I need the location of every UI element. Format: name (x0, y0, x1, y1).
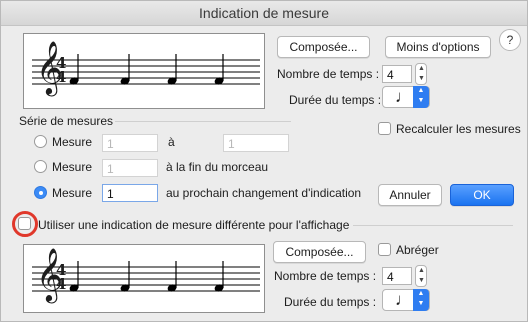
to-end-text: à la fin du morceau (166, 160, 269, 174)
display-preview: 𝄞 4 4 (23, 244, 265, 313)
window-title: Indication de mesure (1, 1, 527, 26)
cancel-button[interactable]: Annuler (378, 184, 442, 206)
display-beats-stepper[interactable]: ▲ ▼ (415, 265, 427, 287)
radio-measure-range[interactable] (34, 135, 47, 148)
quarter-note-icon: ♩ (395, 87, 412, 106)
more-options-button[interactable]: Moins d'options (385, 36, 491, 58)
abbreviate-checkbox[interactable] (378, 243, 391, 256)
help-button[interactable]: ? (499, 29, 521, 51)
radio-measure-to-end[interactable] (34, 160, 47, 173)
different-display-label: Utiliser une indication de mesure différ… (38, 218, 350, 232)
radio-measure-to-end-label: Mesure (52, 160, 93, 174)
quarter-note-icon: ♩ (395, 290, 412, 309)
quarter-notes (69, 54, 224, 85)
chevron-updown-icon: ▲ ▼ (413, 289, 429, 311)
time-signature-dialog: Indication de mesure ? 𝄞 4 4 Composée... (0, 0, 528, 322)
beats-input[interactable]: 4 (382, 65, 412, 83)
abbreviate-label: Abréger (396, 243, 439, 257)
beats-label: Nombre de temps : (277, 67, 380, 81)
radio-measure-range-label: Mesure (52, 135, 93, 149)
series-divider (115, 121, 291, 122)
radio-measure-next-change-label: Mesure (52, 186, 93, 200)
range-end-input[interactable]: 1 (223, 134, 289, 152)
to-end-input[interactable]: 1 (102, 159, 158, 177)
radio-measure-next-change[interactable] (34, 186, 47, 199)
duration-popup[interactable]: ♩ ▲ ▼ (382, 86, 430, 108)
display-beats-label: Nombre de temps : (274, 269, 377, 283)
range-start-input[interactable]: 1 (102, 134, 158, 152)
beats-stepper[interactable]: ▲ ▼ (415, 63, 427, 85)
composee-button[interactable]: Composée... (277, 36, 370, 58)
display-composee-button[interactable]: Composée... (273, 241, 366, 263)
display-divider (353, 225, 513, 226)
recalc-checkbox[interactable] (378, 122, 391, 135)
next-change-text: au prochain changement d'indication (166, 186, 362, 200)
display-duration-popup[interactable]: ♩ ▲ ▼ (382, 289, 430, 311)
ok-button[interactable]: OK (450, 184, 514, 206)
different-display-checkbox[interactable] (18, 217, 31, 230)
display-duration-label: Durée du temps : (284, 295, 377, 309)
display-beats-input[interactable]: 4 (382, 267, 412, 285)
range-to-label: à (168, 135, 175, 149)
series-heading: Série de mesures (19, 114, 114, 128)
display-time-bottom: 4 (56, 275, 67, 293)
recalc-label: Recalculer les mesures (396, 122, 521, 136)
time-signature-preview: 𝄞 4 4 (23, 33, 265, 109)
chevron-updown-icon: ▲ ▼ (413, 86, 429, 108)
next-change-input[interactable]: 1 (102, 184, 158, 202)
duration-label: Durée du temps : (289, 93, 382, 107)
